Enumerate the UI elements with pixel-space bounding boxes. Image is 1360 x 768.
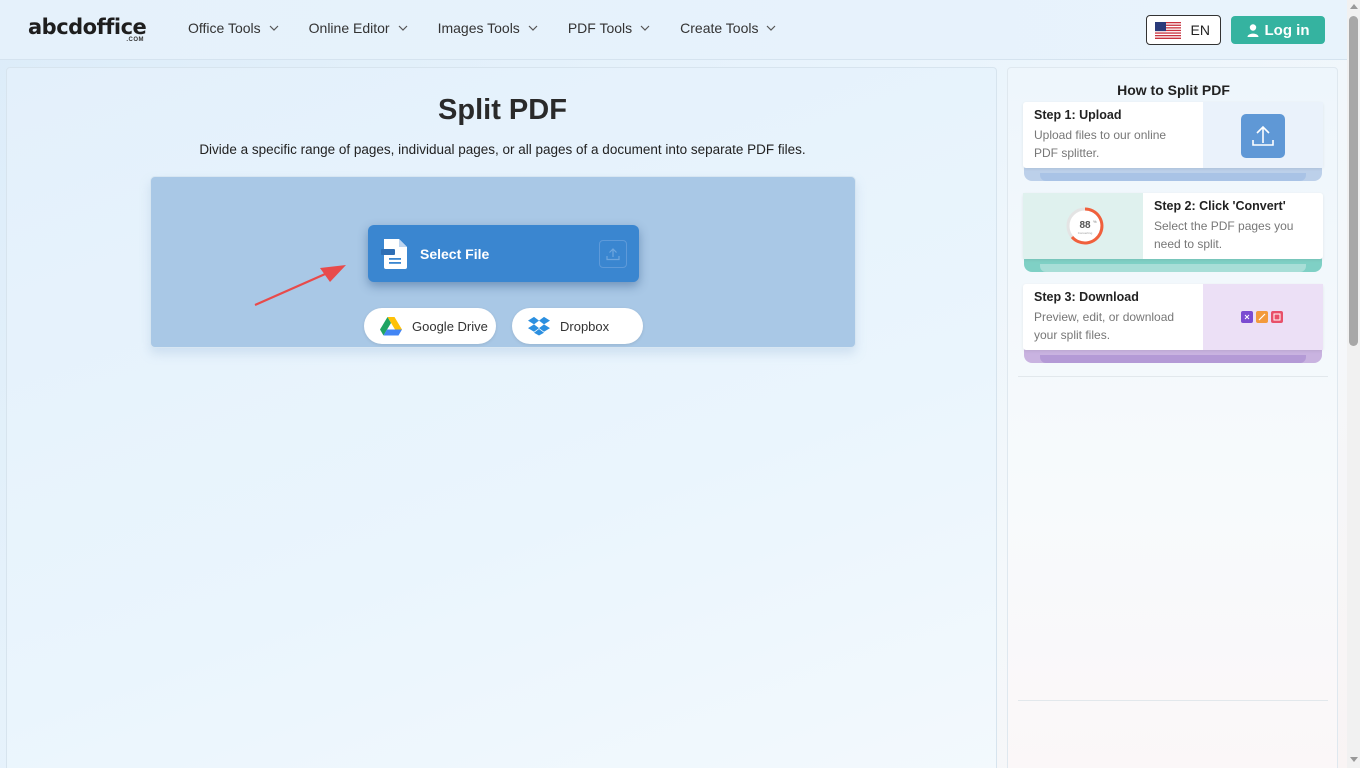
language-selector[interactable]: EN (1146, 15, 1221, 45)
step-3-card: Step 3: Download Preview, edit, or downl… (1023, 284, 1323, 350)
step-3-text-line-2: your split files. (1034, 328, 1111, 342)
step-2-illustration: 88 % Converting (1023, 193, 1143, 259)
nav-label: Create Tools (680, 20, 759, 36)
step-2-title: Step 2: Click 'Convert' (1154, 199, 1286, 213)
nav-office-tools[interactable]: Office Tools (188, 20, 279, 36)
page-scrollbar[interactable] (1347, 0, 1360, 768)
step-1-title: Step 1: Upload (1034, 108, 1122, 122)
nav-label: Images Tools (437, 20, 520, 36)
main-nav: Office Tools Online Editor Images Tools … (188, 20, 806, 36)
select-file-label: Select File (420, 245, 490, 262)
dropbox-icon (528, 316, 550, 336)
step-3-title: Step 3: Download (1034, 290, 1139, 304)
page-description: Divide a specific range of pages, indivi… (199, 142, 806, 157)
us-flag-icon (1155, 21, 1181, 39)
dropbox-button[interactable]: Dropbox (512, 308, 643, 344)
chevron-down-icon (640, 25, 650, 31)
pointer-arrow-icon (254, 265, 346, 307)
chevron-down-icon (767, 25, 776, 31)
scroll-down-arrow-icon[interactable] (1350, 757, 1358, 762)
scroll-thumb[interactable] (1349, 16, 1358, 346)
step-1-illustration (1203, 102, 1323, 168)
step-3-illustration (1203, 284, 1323, 350)
step-2-text-line-1: Select the PDF pages you (1154, 219, 1294, 233)
step-1-text-line-2: PDF splitter. (1034, 146, 1100, 160)
main-panel: Split PDF Divide a specific range of pag… (6, 67, 997, 768)
upload-icon (1241, 114, 1285, 158)
page-title: Split PDF (438, 94, 567, 126)
nav-label: PDF Tools (567, 20, 633, 36)
google-drive-button[interactable]: Google Drive (364, 308, 496, 344)
how-to-panel: How to Split PDF Step 1: Upload Upload f… (1007, 67, 1338, 768)
google-drive-label: Google Drive (412, 318, 488, 334)
logo-subtext: .COM (126, 37, 144, 43)
language-code: EN (1190, 22, 1210, 38)
step-2-text-line-2: need to split. (1154, 237, 1223, 251)
how-to-title: How to Split PDF (1117, 82, 1230, 98)
chevron-down-icon (528, 25, 538, 31)
step-2-card: 88 % Converting Step 2: Click 'Convert' … (1023, 193, 1323, 259)
chevron-down-icon (398, 25, 408, 31)
file-actions-icon (1241, 311, 1283, 323)
nav-label: Online Editor (308, 20, 390, 36)
step-1-text-line-1: Upload files to our online (1034, 128, 1167, 142)
side-divider-top (1018, 376, 1328, 377)
login-button[interactable]: Log in (1231, 16, 1325, 44)
nav-create-tools[interactable]: Create Tools (680, 20, 776, 36)
logo[interactable]: abcdoffice .COM (28, 15, 148, 45)
nav-label: Office Tools (188, 20, 261, 36)
progress-caption: Converting (1078, 231, 1093, 235)
side-divider-bottom (1018, 700, 1328, 701)
document-icon (381, 238, 407, 269)
select-file-button[interactable]: Select File (368, 225, 639, 282)
step-3-text-line-1: Preview, edit, or download (1034, 310, 1175, 324)
upload-icon (599, 239, 627, 268)
nav-online-editor[interactable]: Online Editor (309, 20, 408, 36)
dropbox-label: Dropbox (560, 318, 610, 334)
chevron-down-icon (269, 25, 279, 31)
scroll-up-arrow-icon[interactable] (1350, 4, 1358, 9)
nav-pdf-tools[interactable]: PDF Tools (568, 20, 650, 36)
user-icon (1247, 23, 1258, 37)
step-1-card: Step 1: Upload Upload files to our onlin… (1023, 102, 1323, 168)
progress-unit: % (1093, 219, 1097, 224)
progress-value: 88 (1079, 220, 1091, 231)
top-header: abcdoffice .COM Office Tools Online Edit… (0, 0, 1347, 60)
nav-images-tools[interactable]: Images Tools (438, 20, 538, 36)
progress-ring-icon: 88 % Converting (1066, 207, 1104, 245)
login-label: Log in (1264, 21, 1310, 39)
google-drive-icon (380, 317, 402, 336)
logo-text: abcdoffice (28, 15, 147, 39)
